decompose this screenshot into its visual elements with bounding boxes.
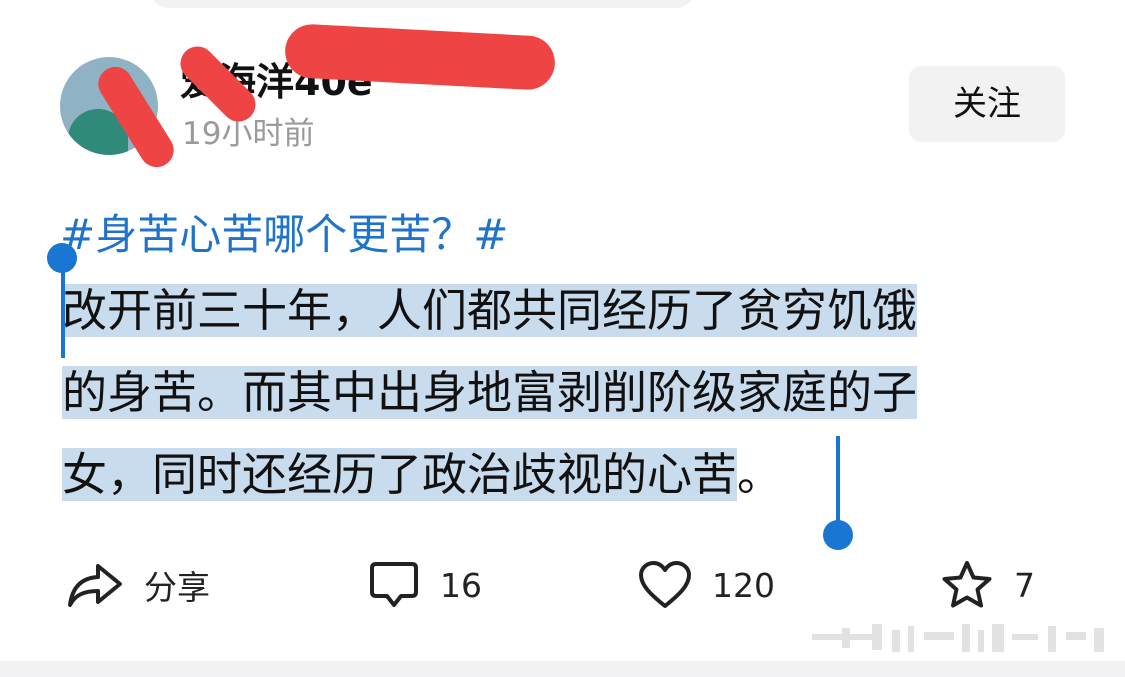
share-button[interactable]: 分享 <box>66 555 210 615</box>
selection-start-stem <box>61 262 65 358</box>
favorite-button[interactable]: 7 <box>940 555 1035 615</box>
footer-divider <box>0 661 1125 677</box>
comment-count: 16 <box>440 565 482 605</box>
hashtag-link[interactable]: #身苦心苦哪个更苦？# <box>60 206 508 264</box>
selected-text: 女，同时还经历了政治歧视的心苦 <box>62 448 738 501</box>
post-timestamp: 19小时前 <box>182 116 315 152</box>
unselected-text: 。 <box>737 448 783 501</box>
post-body[interactable]: 改开前三十年，人们都共同经历了贫穷饥饿 的身苦。而其中出身地富剥削阶级家庭的子 … <box>62 270 1062 516</box>
body-line: 改开前三十年，人们都共同经历了贫穷饥饿 <box>62 270 1062 352</box>
selection-end-stem <box>836 436 840 526</box>
star-icon <box>940 559 994 611</box>
heart-icon <box>638 560 692 610</box>
favorite-count: 7 <box>1014 565 1035 605</box>
body-line: 的身苦。而其中出身地富剥削阶级家庭的子 <box>62 352 1062 434</box>
selection-end-handle[interactable] <box>823 520 853 550</box>
share-arrow-icon <box>66 560 124 610</box>
like-button[interactable]: 120 <box>638 555 775 615</box>
comment-bubble-icon <box>368 559 420 611</box>
search-bar[interactable] <box>150 0 695 8</box>
follow-button[interactable]: 关注 <box>909 66 1065 142</box>
comment-button[interactable]: 16 <box>368 555 482 615</box>
selected-text: 的身苦。而其中出身地富剥削阶级家庭的子 <box>62 366 918 419</box>
share-label: 分享 <box>144 568 210 607</box>
body-line: 女，同时还经历了政治歧视的心苦。 <box>62 434 1062 516</box>
watermark-graphic <box>812 624 1104 652</box>
like-count: 120 <box>712 565 775 605</box>
selected-text: 改开前三十年，人们都共同经历了贫穷饥饿 <box>62 284 918 337</box>
